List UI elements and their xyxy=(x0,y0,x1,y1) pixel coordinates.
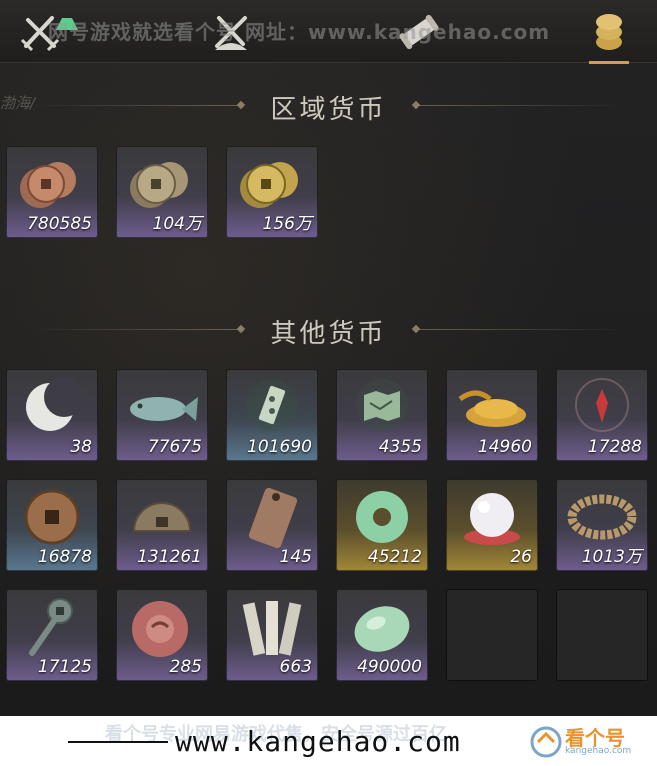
coin-string-icon xyxy=(567,494,637,540)
crescent-moon-icon xyxy=(26,377,84,431)
red-sigil-icon xyxy=(575,378,629,432)
currency-quantity: 131261 xyxy=(137,547,202,567)
currency-quantity: 663 xyxy=(279,657,312,677)
top-tab-bar: 网号游戏就选看个号 网址：www.kangehao.com xyxy=(0,0,657,64)
silver-coins-icon xyxy=(130,162,188,208)
currency-slot[interactable]: 1013万 xyxy=(556,479,648,571)
bamboo-slips-icon xyxy=(242,601,302,656)
currency-quantity: 17288 xyxy=(587,437,642,457)
currency-slot[interactable]: 285 xyxy=(116,589,208,681)
section-title-other-text: 其他货币 xyxy=(270,319,387,349)
banner-rule xyxy=(68,741,168,743)
currency-slot[interactable]: 145 xyxy=(226,479,318,571)
currency-slot[interactable]: 16878 xyxy=(6,479,98,571)
pearl-icon xyxy=(464,493,520,545)
currency-slot[interactable]: 17288 xyxy=(556,369,648,461)
currency-slot[interactable]: 77675 xyxy=(116,369,208,461)
divider-left xyxy=(30,329,240,330)
currency-quantity: 104万 xyxy=(152,214,202,234)
jade-token-icon xyxy=(246,379,298,431)
currency-slot[interactable]: 17125 xyxy=(6,589,98,681)
banner-site-url[interactable]: www.kangehao.com xyxy=(175,725,461,758)
currency-quantity: 26 xyxy=(510,547,532,567)
jade-stone-icon xyxy=(354,606,410,652)
currency-quantity: 490000 xyxy=(357,657,422,677)
currency-quantity: 285 xyxy=(169,657,202,677)
currency-slot[interactable]: 104万 xyxy=(116,146,208,238)
currency-quantity: 38 xyxy=(70,437,92,457)
currency-slot[interactable]: 780585 xyxy=(6,146,98,238)
jade-ring-icon xyxy=(356,491,408,543)
half-coin-icon xyxy=(132,502,192,532)
currency-slot[interactable]: 26 xyxy=(446,479,538,571)
copper-coins-icon xyxy=(20,162,76,208)
currency-quantity: 45212 xyxy=(367,547,422,567)
currency-quantity: 4355 xyxy=(378,437,422,457)
bronze-coin-icon xyxy=(24,489,80,545)
bottom-banner: 看个号专业网易游戏代售，安全号源过百亿 www.kangehao.com 看个号… xyxy=(0,716,657,766)
grain-pile-icon xyxy=(458,390,526,427)
currency-slot[interactable]: 156万 xyxy=(226,146,318,238)
divider-right xyxy=(417,329,627,330)
section-title-other: 其他货币 xyxy=(0,313,657,350)
currency-slot[interactable]: 45212 xyxy=(336,479,428,571)
currency-quantity: 145 xyxy=(279,547,312,567)
empty-slot xyxy=(556,589,648,681)
coin-stack-icon xyxy=(596,14,622,50)
currency-quantity: 780585 xyxy=(27,214,92,234)
currency-quantity: 1013万 xyxy=(581,547,642,567)
red-seal-icon xyxy=(132,601,188,657)
currency-slot[interactable]: 490000 xyxy=(336,589,428,681)
divider-left xyxy=(30,105,240,106)
currency-slot[interactable]: 101690 xyxy=(226,369,318,461)
currency-slot[interactable]: 14960 xyxy=(446,369,538,461)
jade-fish-icon xyxy=(130,397,198,421)
gold-coins-icon xyxy=(240,162,298,208)
key-coin-icon xyxy=(29,598,73,656)
currency-quantity: 14960 xyxy=(477,437,532,457)
empty-slot xyxy=(446,589,538,681)
map-icon xyxy=(356,379,408,431)
watermark-text: 网号游戏就选看个号 网址：www.kangehao.com xyxy=(48,20,551,44)
banner-logo-sub: kangehao.com xyxy=(565,746,632,756)
section-title-regional-text: 区域货币 xyxy=(270,95,387,125)
divider-right xyxy=(417,105,627,106)
currency-quantity: 156万 xyxy=(262,214,312,234)
currency-quantity: 16878 xyxy=(37,547,92,567)
section-title-regional: 区域货币 xyxy=(0,89,657,126)
currency-slot[interactable]: 663 xyxy=(226,589,318,681)
currency-quantity: 77675 xyxy=(147,437,202,457)
currency-slot[interactable]: 131261 xyxy=(116,479,208,571)
currency-slot[interactable]: 4355 xyxy=(336,369,428,461)
currency-quantity: 101690 xyxy=(247,437,312,457)
bronze-plaque-icon xyxy=(248,487,298,549)
currency-slot[interactable]: 38 xyxy=(6,369,98,461)
tab-currency[interactable] xyxy=(583,6,635,64)
currency-quantity: 17125 xyxy=(37,657,92,677)
